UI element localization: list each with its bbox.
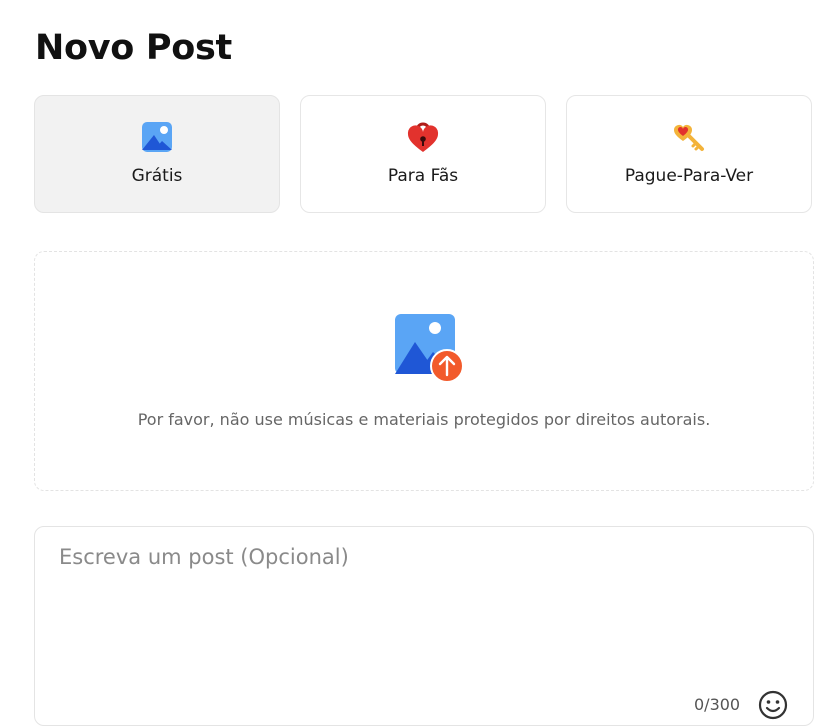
tab-para-fas[interactable]: Para Fãs [300, 95, 546, 213]
image-upload-icon [395, 314, 464, 383]
heart-lock-icon [407, 122, 439, 152]
page-title: Novo Post [35, 28, 232, 68]
smiley-icon[interactable] [757, 689, 789, 721]
tab-pague-para-ver[interactable]: Pague-Para-Ver [566, 95, 812, 213]
tab-label: Pague-Para-Ver [624, 166, 754, 186]
copyright-note: Por favor, não use músicas e materiais p… [137, 410, 711, 429]
post-textarea[interactable] [57, 543, 791, 687]
heart-key-icon [674, 125, 704, 151]
image-icon [142, 122, 172, 152]
character-counter: 0/300 [694, 695, 741, 714]
tab-label: Para Fãs [387, 166, 459, 186]
media-upload-area[interactable]: Por favor, não use músicas e materiais p… [34, 251, 814, 491]
tab-gratis[interactable]: Grátis [34, 95, 280, 213]
tab-label: Grátis [131, 166, 183, 186]
post-text-box: 0/300 [34, 526, 814, 726]
post-type-tabs: Grátis Para Fãs Pague-Para-Ver [34, 95, 814, 215]
